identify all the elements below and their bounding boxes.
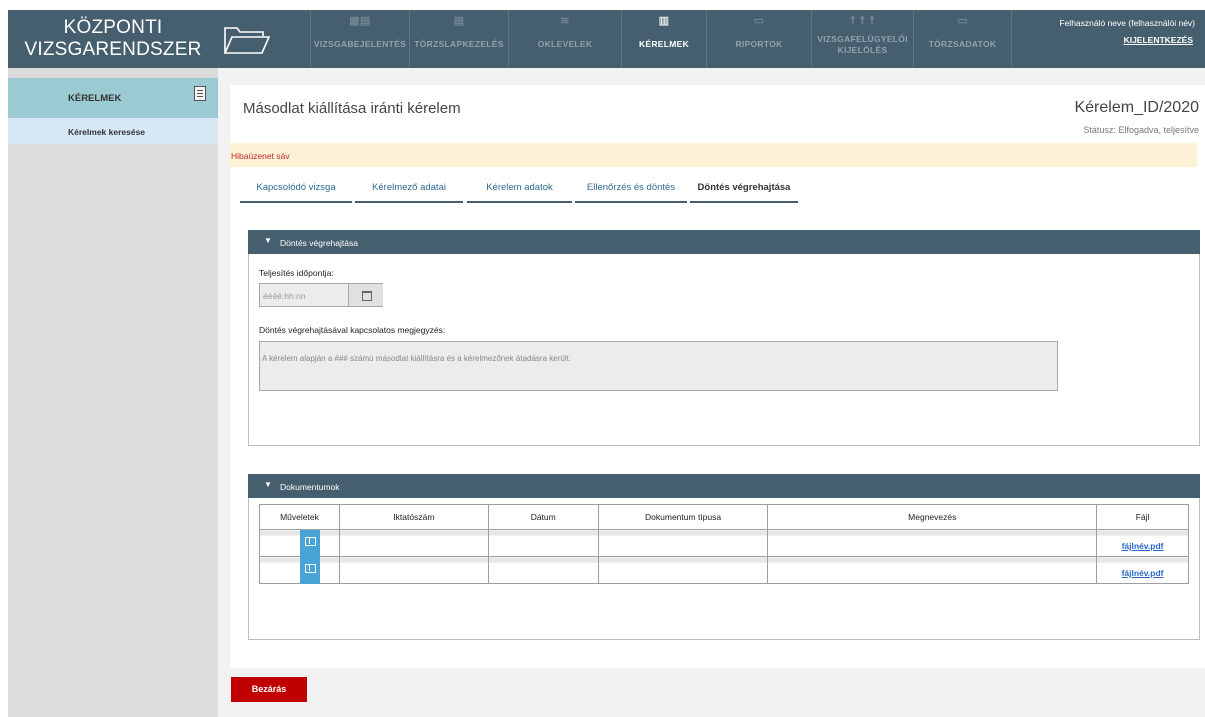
table-cell <box>487 529 599 557</box>
nav-vizsgafelugyeloi-kijeloles[interactable]: ☨ ☨ ☨ VIZSGAFELÜGYELŐI KIJELÖLÉS <box>811 10 913 68</box>
tab-kerelmezo-adatai[interactable]: Kérelmező adatai <box>355 180 463 203</box>
file-link[interactable]: fájlnév.pdf <box>1097 541 1188 551</box>
date-placeholder: éééé:hh:nn <box>263 291 306 301</box>
note-value: A kérelem alapján a ### számú másodlat k… <box>262 354 572 363</box>
request-card: Másodlat kiállítása iránti kérelem Kérel… <box>230 85 1205 668</box>
sidebar-item-label: Kérelmek keresése <box>68 127 146 137</box>
chevron-down-icon: ▼ <box>264 480 272 489</box>
table-row: fájlnév.pdf <box>259 556 1189 584</box>
column-header: Megnevezés <box>767 504 1098 530</box>
nav-vizsgabejelentes[interactable]: ▦▤ VIZSGABEJELENTÉS <box>310 10 409 68</box>
app-brand[interactable]: KÖZPONTI VIZSGARENDSZER <box>8 10 218 68</box>
tab-kapcsolodo-vizsga[interactable]: Kapcsolódó vizsga <box>240 180 352 203</box>
error-message-text: Hibaüzenet sáv <box>231 151 290 161</box>
nav-label: OKLEVELEK <box>537 39 593 49</box>
logout-link[interactable]: KIJELENTKEZÉS <box>1124 35 1193 45</box>
nav-label: VIZSGAFELÜGYELŐI KIJELÖLÉS <box>817 34 908 55</box>
note-textarea[interactable]: A kérelem alapján a ### számú másodlat k… <box>259 341 1058 391</box>
nav-torzslapkezeles[interactable]: ▤ TÖRZSLAPKEZELÉS <box>409 10 508 68</box>
table-cell <box>487 556 599 584</box>
table-cell <box>597 556 769 584</box>
file-cell: fájlnév.pdf <box>1096 556 1189 584</box>
column-header: Fájl <box>1096 504 1189 530</box>
close-button[interactable]: Bezárás <box>231 677 307 702</box>
folder-icon[interactable] <box>223 24 271 56</box>
tab-kerelem-adatok[interactable]: Kérelem adatok <box>467 180 572 203</box>
table-row: fájlnév.pdf <box>259 529 1189 557</box>
report-icon: ▭ <box>753 15 765 27</box>
tab-ellenorzes-es-dontes[interactable]: Ellenőrzés és döntés <box>575 180 687 203</box>
top-navigation-bar: KÖZPONTI VIZSGARENDSZER ▦▤ VIZSGABEJELEN… <box>8 10 1205 68</box>
table-cell <box>767 529 1098 557</box>
tab-bar: Kapcsolódó vizsga Kérelmező adatai Kérel… <box>230 180 1205 203</box>
table-cell <box>597 529 769 557</box>
status-text: Státusz: Elfogadva, teljesítve <box>1083 125 1199 135</box>
table-cell <box>338 529 489 557</box>
execution-section-title: Döntés végrehajtása <box>280 238 358 248</box>
document-icon <box>194 86 206 101</box>
nav-kerelmek[interactable]: ▥ KÉRELMEK <box>621 10 706 68</box>
documents-table: Műveletek Iktatószám Dátum Dokumentum tí… <box>259 504 1189 584</box>
date-label: Teljesítés időpontja: <box>259 268 334 278</box>
diploma-icon: ≋ <box>560 15 570 27</box>
nav-label: TÖRZSLAPKEZELÉS <box>414 39 504 49</box>
table-cell <box>338 556 489 584</box>
note-label: Döntés végrehajtásával kapcsolatos megje… <box>259 325 446 335</box>
nav-label: VIZSGABEJELENTÉS <box>313 39 407 49</box>
user-name: Felhasználó neve (felhasználói név) <box>1059 18 1195 28</box>
nav-label: KÉRELMEK <box>638 39 690 49</box>
documents-section: ▼ Dokumentumok Műveletek Iktatószám Dátu… <box>248 474 1200 640</box>
nav-oklevelek[interactable]: ≋ OKLEVELEK <box>508 10 621 68</box>
request-icon: ▥ <box>658 15 670 27</box>
nav-riportok[interactable]: ▭ RIPORTOK <box>706 10 811 68</box>
execution-section-header[interactable]: ▼ Döntés végrehajtása <box>248 230 1200 254</box>
page-title: Másodlat kiállítása iránti kérelem <box>243 100 461 117</box>
user-box: Felhasználó neve (felhasználói név) KIJE… <box>1011 10 1205 68</box>
brand-line-2: VIZSGARENDSZER <box>24 39 202 60</box>
sidebar-item-kerelmek-keresese[interactable]: Kérelmek keresése <box>8 118 218 144</box>
column-header: Dokumentum típusa <box>597 504 769 530</box>
sidebar-header-label: KÉRELMEK <box>68 93 122 104</box>
date-input[interactable]: éééé:hh:nn <box>259 283 383 307</box>
table-cell <box>767 556 1098 584</box>
brand-line-1: KÖZPONTI <box>63 17 163 38</box>
calendar-icon: ▦▤ <box>349 15 371 27</box>
table-header-row: Műveletek Iktatószám Dátum Dokumentum tí… <box>259 504 1189 530</box>
documents-section-header[interactable]: ▼ Dokumentumok <box>248 474 1200 498</box>
tab-dontes-vegrehajtasa[interactable]: Döntés végrehajtása <box>690 180 798 203</box>
monitor-icon: ▭ <box>957 15 968 27</box>
main-content: Másodlat kiállítása iránti kérelem Kérel… <box>218 68 1205 717</box>
execution-section: ▼ Döntés végrehajtása Teljesítés időpont… <box>248 230 1200 446</box>
nav-label: TÖRZSADATOK <box>928 39 997 49</box>
documents-section-title: Dokumentumok <box>280 482 340 492</box>
sidebar: KÉRELMEK Kérelmek keresése <box>8 68 218 717</box>
chevron-down-icon: ▼ <box>264 236 272 245</box>
column-header: Iktatószám <box>338 504 489 530</box>
file-cell: fájlnév.pdf <box>1096 529 1189 557</box>
column-header: Műveletek <box>259 504 340 530</box>
nav-torzsadatok[interactable]: ▭ TÖRZSADATOK <box>913 10 1011 68</box>
error-message-bar: Hibaüzenet sáv <box>230 143 1197 167</box>
people-icon: ☨ ☨ ☨ <box>849 15 876 27</box>
view-document-icon[interactable] <box>300 557 320 584</box>
actions-cell <box>259 529 340 557</box>
actions-cell <box>259 556 340 584</box>
file-link[interactable]: fájlnév.pdf <box>1097 568 1188 578</box>
request-id: Kérelem_ID/2020 <box>1074 99 1199 116</box>
column-header: Dátum <box>487 504 599 530</box>
document-icon: ▤ <box>453 15 465 27</box>
view-document-icon[interactable] <box>300 530 320 557</box>
calendar-icon[interactable] <box>348 284 383 306</box>
nav-label: RIPORTOK <box>735 39 783 49</box>
sidebar-header: KÉRELMEK <box>8 78 218 118</box>
